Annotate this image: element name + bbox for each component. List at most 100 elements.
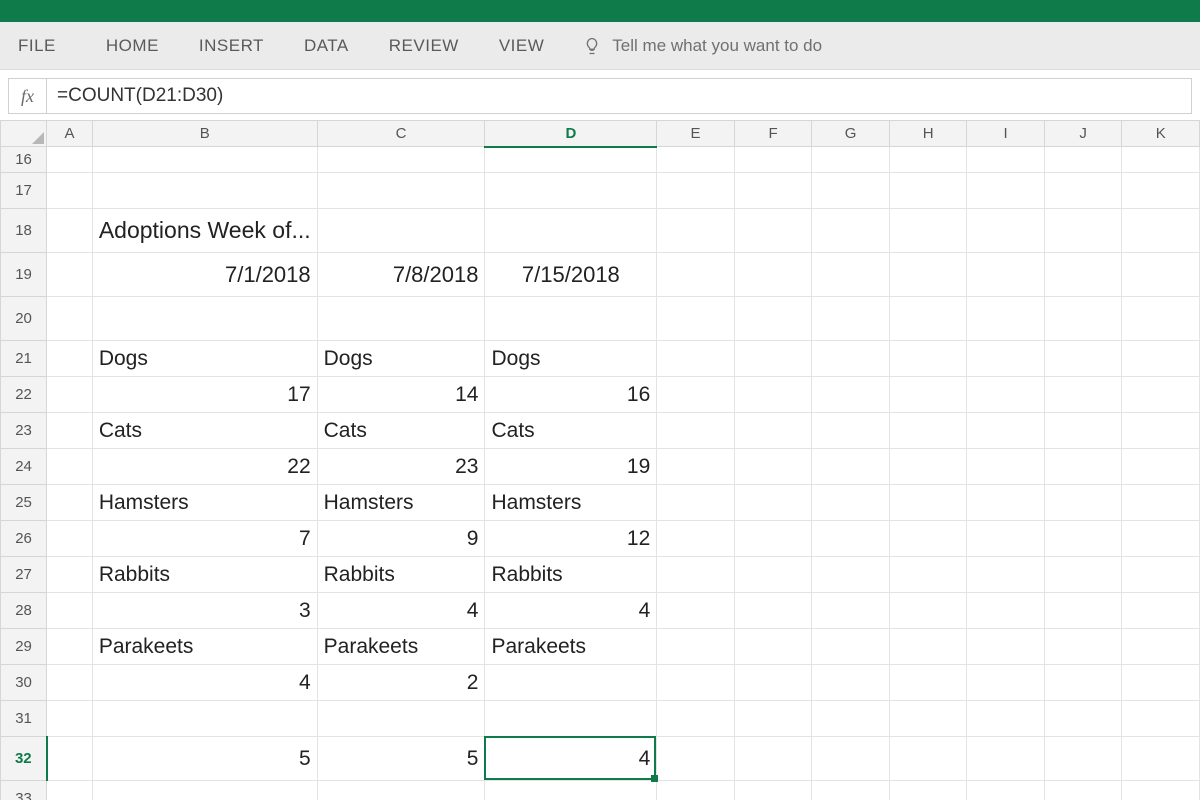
- cell-C19[interactable]: 7/8/2018: [317, 253, 485, 297]
- tab-file[interactable]: FILE: [18, 22, 86, 69]
- cell-B23[interactable]: Cats: [92, 413, 317, 449]
- cell-A17[interactable]: [47, 173, 93, 209]
- row-header-16[interactable]: 16: [1, 147, 47, 173]
- cell-C29[interactable]: Parakeets: [317, 629, 485, 665]
- cell-A22[interactable]: [47, 377, 93, 413]
- tab-data[interactable]: DATA: [284, 22, 369, 69]
- col-header-E[interactable]: E: [657, 121, 735, 147]
- cell-B30[interactable]: 4: [92, 665, 317, 701]
- cell-C20[interactable]: [317, 297, 485, 341]
- row-header-32[interactable]: 32: [1, 737, 47, 781]
- cell-B17[interactable]: [92, 173, 317, 209]
- row-header-27[interactable]: 27: [1, 557, 47, 593]
- cell-D29[interactable]: Parakeets: [485, 629, 657, 665]
- cell-D22[interactable]: 16: [485, 377, 657, 413]
- col-header-H[interactable]: H: [889, 121, 967, 147]
- row-header-17[interactable]: 17: [1, 173, 47, 209]
- row-header-18[interactable]: 18: [1, 209, 47, 253]
- cell-B16[interactable]: [92, 147, 317, 173]
- cell-B31[interactable]: [92, 701, 317, 737]
- cell-D21[interactable]: Dogs: [485, 341, 657, 377]
- row-header-23[interactable]: 23: [1, 413, 47, 449]
- cell-C24[interactable]: 23: [317, 449, 485, 485]
- row-header-29[interactable]: 29: [1, 629, 47, 665]
- cell-B24[interactable]: 22: [92, 449, 317, 485]
- cell-A24[interactable]: [47, 449, 93, 485]
- cell-D25[interactable]: Hamsters: [485, 485, 657, 521]
- fx-label[interactable]: fx: [9, 79, 47, 113]
- tab-home[interactable]: HOME: [86, 22, 179, 69]
- cell-A31[interactable]: [47, 701, 93, 737]
- cell-C23[interactable]: Cats: [317, 413, 485, 449]
- cell-A18[interactable]: [47, 209, 93, 253]
- row-header-21[interactable]: 21: [1, 341, 47, 377]
- row-header-19[interactable]: 19: [1, 253, 47, 297]
- cell-B33[interactable]: [92, 781, 317, 800]
- cell-D17[interactable]: [485, 173, 657, 209]
- cell-D31[interactable]: [485, 701, 657, 737]
- cell-C30[interactable]: 2: [317, 665, 485, 701]
- cell-A27[interactable]: [47, 557, 93, 593]
- cell-B25[interactable]: Hamsters: [92, 485, 317, 521]
- cell-D26[interactable]: 12: [485, 521, 657, 557]
- cell-D19[interactable]: 7/15/2018: [485, 253, 657, 297]
- cell-B28[interactable]: 3: [92, 593, 317, 629]
- cell-C17[interactable]: [317, 173, 485, 209]
- col-header-C[interactable]: C: [317, 121, 485, 147]
- cell-C21[interactable]: Dogs: [317, 341, 485, 377]
- cell-A21[interactable]: [47, 341, 93, 377]
- cell-C27[interactable]: Rabbits: [317, 557, 485, 593]
- cell-A29[interactable]: [47, 629, 93, 665]
- col-header-F[interactable]: F: [734, 121, 812, 147]
- col-header-J[interactable]: J: [1044, 121, 1122, 147]
- cell-B26[interactable]: 7: [92, 521, 317, 557]
- spreadsheet-grid[interactable]: A B C D E F G H I J K 16 17 18 Adoptions…: [0, 120, 1200, 800]
- cell-C26[interactable]: 9: [317, 521, 485, 557]
- row-header-20[interactable]: 20: [1, 297, 47, 341]
- cell-D23[interactable]: Cats: [485, 413, 657, 449]
- tab-review[interactable]: REVIEW: [369, 22, 479, 69]
- cell-C32[interactable]: 5: [317, 737, 485, 781]
- cell-D27[interactable]: Rabbits: [485, 557, 657, 593]
- cell-A16[interactable]: [47, 147, 93, 173]
- cell-B19[interactable]: 7/1/2018: [92, 253, 317, 297]
- row-header-25[interactable]: 25: [1, 485, 47, 521]
- row-header-30[interactable]: 30: [1, 665, 47, 701]
- tab-insert[interactable]: INSERT: [179, 22, 284, 69]
- row-header-22[interactable]: 22: [1, 377, 47, 413]
- cell-D24[interactable]: 19: [485, 449, 657, 485]
- cell-A32[interactable]: [47, 737, 93, 781]
- cell-A30[interactable]: [47, 665, 93, 701]
- col-header-B[interactable]: B: [92, 121, 317, 147]
- cell-D28[interactable]: 4: [485, 593, 657, 629]
- cell-D16[interactable]: [485, 147, 657, 173]
- select-all-corner[interactable]: [1, 121, 47, 147]
- cell-C25[interactable]: Hamsters: [317, 485, 485, 521]
- cell-B32[interactable]: 5: [92, 737, 317, 781]
- cell-B21[interactable]: Dogs: [92, 341, 317, 377]
- col-header-A[interactable]: A: [47, 121, 93, 147]
- col-header-I[interactable]: I: [967, 121, 1045, 147]
- cell-B22[interactable]: 17: [92, 377, 317, 413]
- cell-A26[interactable]: [47, 521, 93, 557]
- cell-D33[interactable]: [485, 781, 657, 800]
- cell-C28[interactable]: 4: [317, 593, 485, 629]
- col-header-K[interactable]: K: [1122, 121, 1200, 147]
- row-header-28[interactable]: 28: [1, 593, 47, 629]
- cell-C16[interactable]: [317, 147, 485, 173]
- formula-input[interactable]: [47, 85, 1191, 107]
- cell-B27[interactable]: Rabbits: [92, 557, 317, 593]
- cell-D30[interactable]: [485, 665, 657, 701]
- cell-A28[interactable]: [47, 593, 93, 629]
- cell-C31[interactable]: [317, 701, 485, 737]
- cell-D18[interactable]: [485, 209, 657, 253]
- row-header-31[interactable]: 31: [1, 701, 47, 737]
- cell-A23[interactable]: [47, 413, 93, 449]
- tell-me-search[interactable]: Tell me what you want to do: [582, 36, 822, 56]
- cell-A20[interactable]: [47, 297, 93, 341]
- cell-D20[interactable]: [485, 297, 657, 341]
- cell-B18[interactable]: Adoptions Week of...: [92, 209, 317, 253]
- cell-B29[interactable]: Parakeets: [92, 629, 317, 665]
- col-header-D[interactable]: D: [485, 121, 657, 147]
- col-header-G[interactable]: G: [812, 121, 890, 147]
